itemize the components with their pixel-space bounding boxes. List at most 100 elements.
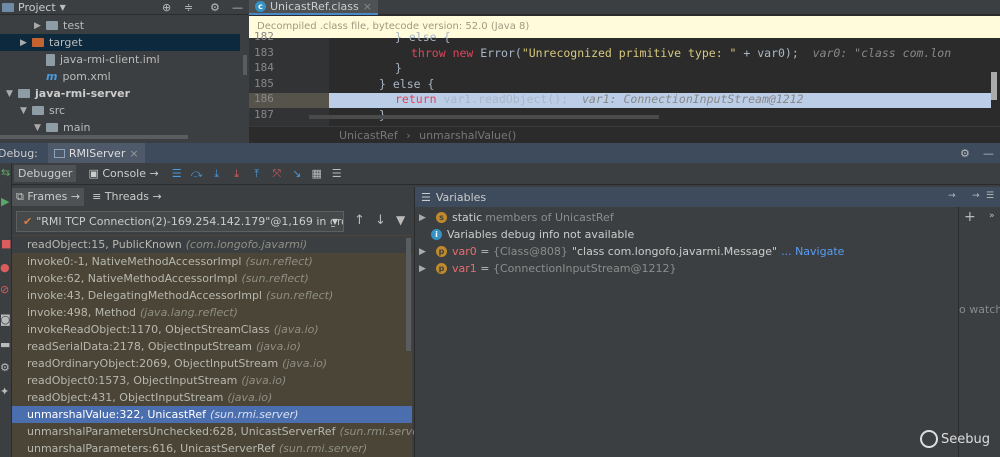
project-panel: Project ▼ ⊕ ≑ ⚙ — ▶ test ▶ target java-rmi-c… bbox=[0, 0, 248, 143]
stack-frame[interactable]: readSerialData:2178, ObjectInputStream (j… bbox=[12, 338, 412, 355]
rerun-icon[interactable]: ⇆ bbox=[1, 166, 10, 179]
collapse-arrow-icon[interactable]: ▼ bbox=[20, 106, 32, 116]
collapse-icon[interactable]: ≑ bbox=[184, 1, 193, 14]
breadcrumb-method[interactable]: unmarshalValue() bbox=[419, 129, 516, 142]
project-title[interactable]: Project bbox=[18, 1, 56, 14]
step-out-icon[interactable]: ⤒ bbox=[251, 167, 263, 181]
tree-item[interactable]: ▼ java-rmi-server bbox=[0, 85, 240, 102]
session-label: RMIServer bbox=[68, 146, 126, 160]
folder-icon bbox=[32, 106, 44, 115]
collapse-arrow-icon[interactable]: ▼ bbox=[34, 123, 46, 133]
stack-frame[interactable]: unmarshalParametersUnchecked:628, Unicas… bbox=[12, 423, 428, 440]
stack-frame[interactable]: invoke0:-1, NativeMethodAccessorImpl (sun… bbox=[12, 253, 412, 270]
close-icon[interactable]: × bbox=[129, 147, 138, 160]
more-icon[interactable]: ☰ bbox=[331, 167, 343, 180]
frames-scrollbar[interactable] bbox=[406, 238, 411, 351]
show-execution-point-icon[interactable]: ☰ bbox=[171, 167, 183, 180]
add-watch-icon[interactable]: + bbox=[964, 209, 976, 225]
collapse-arrow-icon[interactable]: ▼ bbox=[6, 89, 18, 99]
session-tab-rmiserver[interactable]: RMIServer × bbox=[47, 143, 145, 163]
editor-hscrollbar[interactable] bbox=[309, 115, 659, 119]
stack-frame[interactable]: readObject0:1573, ObjectInputStream (java… bbox=[12, 372, 412, 389]
tab-threads[interactable]: ≡ Threads → bbox=[88, 188, 166, 205]
expand-icon[interactable]: ▶ bbox=[419, 213, 431, 223]
stack-frame[interactable]: unmarshalParameters:616, UnicastServerRe… bbox=[12, 440, 412, 457]
variable-var1[interactable]: ▶ p var1 = {ConnectionInputStream@1212} bbox=[419, 260, 677, 277]
tree-item[interactable]: ▶ target bbox=[0, 34, 240, 51]
line-number: 187 bbox=[254, 107, 274, 121]
tree-hscrollbar[interactable] bbox=[0, 135, 188, 139]
force-step-into-icon[interactable]: ⤓ bbox=[231, 167, 243, 181]
watches-menu-icon[interactable]: ☰ bbox=[986, 191, 994, 201]
threads-label: Threads bbox=[104, 190, 150, 203]
stack-frame[interactable]: invoke:62, NativeMethodAccessorImpl (sun.… bbox=[12, 270, 412, 287]
editor-scrollbar[interactable] bbox=[991, 72, 997, 100]
resume-icon[interactable]: ▶ bbox=[1, 195, 9, 208]
pin-tab-icon[interactable]: → bbox=[972, 191, 980, 201]
view-breakpoints-icon[interactable]: ● bbox=[0, 261, 10, 274]
code-line[interactable]: throw new Error("Unrecognized primitive … bbox=[331, 46, 991, 61]
expand-icon[interactable]: ▶ bbox=[419, 264, 431, 274]
stack-frame[interactable]: readObject:431, ObjectInputStream (java.i… bbox=[12, 389, 412, 406]
locate-icon[interactable]: ⊕ bbox=[162, 1, 171, 14]
tab-debugger[interactable]: Debugger bbox=[14, 165, 77, 182]
drop-frame-icon[interactable]: ⤧ bbox=[271, 167, 283, 181]
tab-frames[interactable]: ⧉ Frames → bbox=[12, 187, 85, 206]
filter-icon[interactable]: ▼ bbox=[396, 213, 405, 227]
step-over-icon[interactable]: ⤼ bbox=[191, 167, 203, 181]
expand-arrow-icon[interactable]: ▶ bbox=[34, 21, 46, 31]
run-to-cursor-icon[interactable]: ↘ bbox=[291, 167, 303, 180]
mute-breakpoints-icon[interactable]: ⊘ bbox=[0, 283, 9, 296]
tab-unicastref-class[interactable]: c UnicastRef.class × bbox=[249, 0, 378, 15]
code-text: } else { bbox=[395, 30, 451, 44]
code-line[interactable]: } else { bbox=[331, 30, 991, 45]
pin-tab-icon[interactable]: → bbox=[948, 191, 956, 201]
stop-icon[interactable]: ■ bbox=[1, 237, 11, 250]
variable-var0[interactable]: ▶ p var0 = {Class@808} "class com.longof… bbox=[419, 243, 844, 260]
chevron-down-icon[interactable]: ▼ bbox=[60, 3, 66, 12]
tree-item[interactable]: ▼ main bbox=[0, 119, 240, 136]
tree-item[interactable]: ▶ test bbox=[0, 17, 240, 34]
tree-item[interactable]: m pom.xml bbox=[0, 68, 240, 85]
arrow-down-icon[interactable]: ↓ bbox=[375, 213, 386, 228]
evaluate-expression-icon[interactable]: ▦ bbox=[311, 167, 323, 180]
code-line[interactable]: } else { bbox=[331, 77, 991, 92]
frame-package: (java.io) bbox=[255, 340, 301, 353]
stack-frame[interactable]: unmarshalValue:322, UnicastRef (sun.rmi.s… bbox=[12, 406, 412, 423]
more-icon[interactable]: » bbox=[989, 211, 995, 221]
minimize-icon[interactable]: — bbox=[983, 147, 994, 160]
stack-frame[interactable]: invokeReadObject:1170, ObjectStreamClass… bbox=[12, 321, 412, 338]
maven-icon: m bbox=[46, 70, 58, 83]
static-icon: s bbox=[436, 212, 447, 223]
gear-icon[interactable]: ⚙ bbox=[960, 147, 970, 160]
step-into-icon[interactable]: ⤓ bbox=[211, 167, 223, 181]
stack-frame[interactable]: invoke:43, DelegatingMethodAccessorImpl(… bbox=[12, 287, 412, 304]
minimize-icon[interactable]: — bbox=[232, 1, 243, 14]
navigate-link[interactable]: ... Navigate bbox=[781, 245, 844, 258]
close-icon[interactable]: × bbox=[363, 0, 372, 13]
tree-scrollbar[interactable] bbox=[243, 55, 247, 75]
frame-package: (java.io) bbox=[241, 374, 287, 387]
code-line[interactable]: return var1.readObject(); var1: Connecti… bbox=[331, 92, 991, 107]
tab-console[interactable]: ▣ Console → bbox=[84, 165, 162, 182]
expand-icon[interactable]: ▶ bbox=[419, 247, 431, 257]
settings-icon[interactable]: ⚙ bbox=[0, 361, 10, 374]
stack-frame[interactable]: invoke:498, Method (java.lang.reflect) bbox=[12, 304, 412, 321]
folder-icon bbox=[46, 123, 58, 132]
gear-icon[interactable]: ⚙ bbox=[210, 1, 220, 14]
layout-icon[interactable]: ▬ bbox=[0, 338, 10, 351]
arrow-up-icon[interactable]: ↑ bbox=[354, 213, 365, 228]
breadcrumb-class[interactable]: UnicastRef bbox=[339, 129, 398, 142]
frame-method: unmarshalParametersUnchecked:628, Unicas… bbox=[27, 425, 336, 438]
thread-selector[interactable]: ✔ "RMI TCP Connection(2)-169.254.142.179… bbox=[16, 211, 344, 232]
stack-frame[interactable]: readObject:15, PublicKnown (com.longofo.j… bbox=[12, 236, 412, 253]
variable-static[interactable]: ▶ s static members of UnicastRef bbox=[419, 209, 614, 226]
camera-icon[interactable]: ◙ bbox=[0, 313, 11, 326]
stack-frame[interactable]: readOrdinaryObject:2069, ObjectInputStre… bbox=[12, 355, 412, 372]
expand-arrow-icon[interactable]: ▶ bbox=[20, 38, 32, 48]
code-line[interactable]: } bbox=[331, 61, 991, 76]
tree-item[interactable]: ▼ src bbox=[0, 102, 240, 119]
tree-item[interactable]: java-rmi-client.iml bbox=[0, 51, 240, 68]
pin-icon[interactable]: ✦ bbox=[0, 385, 9, 398]
line-number: 183 bbox=[254, 45, 274, 59]
